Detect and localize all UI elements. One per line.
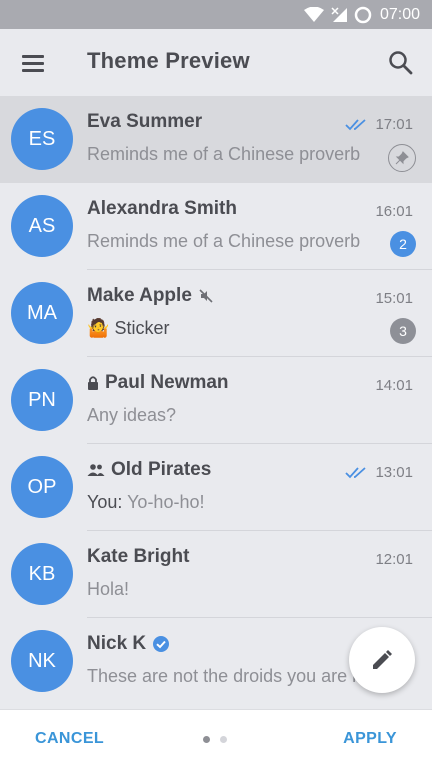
chat-row-make-apple[interactable]: MA Make Apple 15:01 🤷 Sticker 3 (0, 270, 432, 357)
chat-name: Make Apple (87, 285, 214, 307)
chat-time-text: 13:01 (375, 464, 413, 481)
double-check-icon (345, 118, 367, 130)
chat-message: Hola! (87, 579, 130, 599)
message-sender: You: (87, 492, 123, 512)
chat-row-eva-summer[interactable]: ES Eva Summer 17:01 Reminds me of a Chin… (0, 96, 432, 183)
avatar: PN (11, 369, 73, 431)
cell-signal-icon (331, 6, 347, 22)
status-bar: 07:00 (0, 0, 432, 29)
chat-message: You: Yo-ho-ho! (87, 492, 377, 513)
cancel-button[interactable]: CANCEL (35, 730, 104, 748)
page-dot-active (203, 736, 210, 743)
chat-time-text: 15:01 (375, 290, 413, 307)
chat-message-text: Yo-ho-ho! (127, 492, 205, 512)
chat-time-text: 14:01 (375, 377, 413, 394)
chat-name: Alexandra Smith (87, 198, 237, 220)
chat-name-text: Nick K (87, 633, 147, 654)
sticker-emoji: 🤷 (87, 318, 110, 338)
group-icon (87, 464, 105, 476)
muted-icon (199, 289, 213, 303)
pin-icon (388, 144, 416, 172)
chat-message-text: Sticker (114, 318, 170, 338)
double-check-icon (345, 466, 367, 478)
page-indicator (203, 736, 227, 743)
chat-row-alexandra-smith[interactable]: AS Alexandra Smith 16:01 Reminds me of a… (0, 183, 432, 270)
chat-message: 🤷 Sticker (87, 318, 377, 339)
chat-message: Reminds me of a Chinese proverb (87, 231, 361, 251)
search-icon[interactable] (386, 48, 416, 78)
apply-button[interactable]: APPLY (343, 730, 397, 748)
chat-message: These are not the droids you are looking… (87, 666, 387, 686)
chat-name: Kate Bright (87, 546, 189, 568)
menu-icon[interactable] (18, 49, 48, 77)
avatar: OP (11, 456, 73, 518)
chat-name-text: Eva Summer (87, 111, 203, 132)
chat-row-old-pirates[interactable]: OP Old Pirates 13:01 You: Yo-ho-ho! (0, 444, 432, 531)
unread-badge: 3 (390, 318, 416, 344)
chat-name: Eva Summer (87, 111, 202, 133)
battery-circle-icon (354, 6, 372, 23)
pencil-icon (373, 650, 392, 669)
avatar: KB (11, 543, 73, 605)
wifi-icon (303, 6, 324, 22)
chat-time: 13:01 (345, 464, 413, 481)
chat-time: 16:01 (375, 203, 413, 220)
avatar: ES (11, 108, 73, 170)
status-time: 07:00 (379, 5, 420, 23)
page-dot (220, 736, 227, 743)
chat-message: Reminds me of a Chinese proverb (87, 144, 361, 164)
chat-row-kate-bright[interactable]: KB Kate Bright 12:01 Hola! (0, 531, 432, 618)
chat-time: 15:01 (375, 290, 413, 307)
chat-name: Old Pirates (87, 459, 211, 481)
bottom-bar: CANCEL APPLY (0, 709, 432, 768)
page-title: Theme Preview (87, 48, 250, 73)
chat-row-paul-newman[interactable]: PN Paul Newman 14:01 Any ideas? (0, 357, 432, 444)
chat-name: Nick K (87, 633, 170, 655)
chat-time-text: 17:01 (375, 116, 413, 133)
avatar: MA (11, 282, 73, 344)
chat-time-text: 12:01 (375, 551, 413, 568)
chat-time: 14:01 (375, 377, 413, 394)
compose-button[interactable] (349, 627, 415, 693)
chat-list: ES Eva Summer 17:01 Reminds me of a Chin… (0, 96, 432, 709)
lock-icon (88, 376, 98, 390)
chat-name-text: Alexandra Smith (87, 198, 237, 219)
chat-name-text: Kate Bright (87, 546, 190, 567)
chat-time: 17:01 (345, 116, 413, 133)
chat-name-text: Paul Newman (105, 372, 229, 393)
avatar: AS (11, 195, 73, 257)
chat-message: Any ideas? (87, 405, 177, 425)
chat-name: Paul Newman (87, 372, 229, 394)
app-bar: Theme Preview (0, 29, 432, 96)
chat-time: 12:01 (375, 551, 413, 568)
avatar: NK (11, 630, 73, 692)
unread-badge: 2 (390, 231, 416, 257)
chat-time-text: 16:01 (375, 203, 413, 220)
chat-name-text: Make Apple (87, 285, 192, 306)
verified-icon (153, 636, 170, 652)
chat-name-text: Old Pirates (111, 459, 212, 480)
